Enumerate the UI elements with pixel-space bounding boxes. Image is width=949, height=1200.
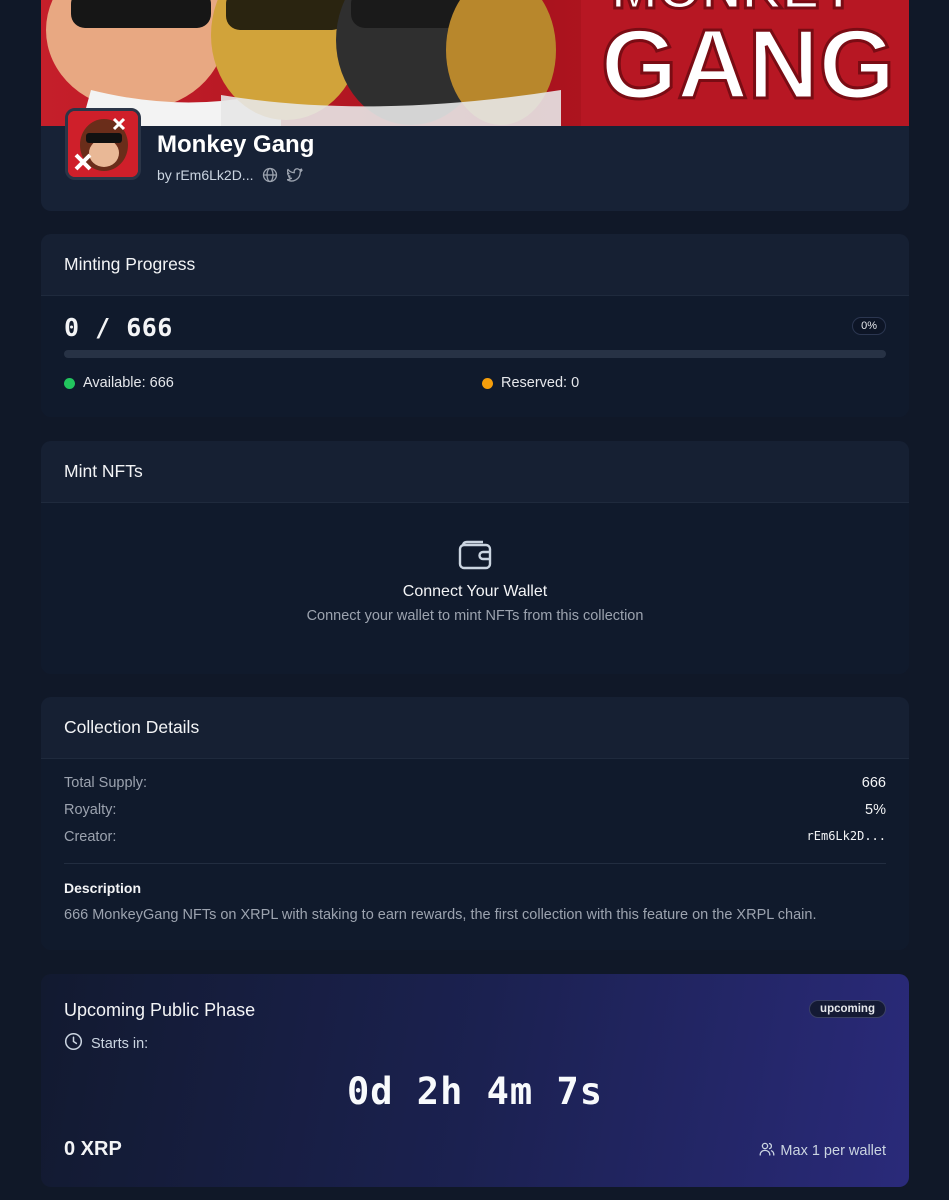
clock-icon bbox=[64, 1032, 91, 1055]
connect-wallet-subtitle: Connect your wallet to mint NFTs from th… bbox=[306, 608, 644, 624]
svg-text:MONKEY: MONKEY bbox=[611, 0, 857, 20]
royalty-row: Royalty: 5% bbox=[64, 802, 886, 818]
available-legend: Available: 666 bbox=[64, 375, 174, 391]
connect-wallet-title: Connect Your Wallet bbox=[402, 583, 548, 600]
minting-progress-heading: Minting Progress bbox=[41, 234, 909, 296]
upcoming-phase-card: Upcoming Public Phase upcoming Starts in… bbox=[41, 974, 909, 1187]
max-per-wallet: Max 1 per wallet bbox=[759, 1141, 886, 1161]
mint-percent-badge: 0% bbox=[852, 317, 886, 335]
reserved-legend: Reserved: 0 bbox=[482, 375, 579, 391]
twitter-icon[interactable] bbox=[287, 167, 304, 183]
available-dot bbox=[64, 377, 75, 389]
starts-in-row: Starts in: bbox=[64, 1032, 148, 1055]
total-supply-value: 666 bbox=[861, 775, 886, 791]
royalty-label: Royalty: bbox=[64, 802, 117, 818]
available-label: Available: 666 bbox=[83, 375, 174, 391]
creator-label: Creator: bbox=[64, 829, 117, 845]
mint-nfts-heading: Mint NFTs bbox=[41, 441, 909, 503]
mint-nfts-card: Mint NFTs Connect Your Wallet Connect yo… bbox=[41, 441, 909, 674]
creator-line: by rEm6Lk2D... bbox=[157, 167, 304, 183]
collection-title: Monkey Gang bbox=[157, 131, 315, 158]
mint-count: 0 / 666 bbox=[64, 313, 173, 342]
starts-in-label: Starts in: bbox=[91, 1035, 149, 1052]
reserved-label: Reserved: 0 bbox=[501, 375, 580, 391]
max-per-wallet-label: Max 1 per wallet bbox=[780, 1143, 886, 1159]
collection-header-card: GANG MONKEY Monkey Gang by rEm6Lk2D... bbox=[41, 0, 909, 211]
creator-value[interactable]: rEm6Lk2D... bbox=[807, 829, 886, 845]
description-title: Description bbox=[64, 880, 142, 896]
collection-details-card: Collection Details Total Supply: 666 Roy… bbox=[41, 697, 909, 950]
reserved-dot bbox=[482, 377, 493, 389]
minting-progress-card: Minting Progress 0 / 666 0% Available: 6… bbox=[41, 234, 909, 417]
details-divider bbox=[64, 863, 886, 864]
globe-icon[interactable] bbox=[262, 167, 278, 183]
collection-details-heading: Collection Details bbox=[41, 697, 909, 759]
creator-row: Creator: rEm6Lk2D... bbox=[64, 829, 886, 845]
svg-text:GANG: GANG bbox=[601, 9, 895, 119]
description-text: 666 MonkeyGang NFTs on XRPL with staking… bbox=[64, 907, 817, 923]
royalty-value: 5% bbox=[865, 802, 886, 818]
wallet-icon bbox=[457, 536, 493, 577]
total-supply-row: Total Supply: 666 bbox=[64, 775, 886, 791]
creator-address[interactable]: by rEm6Lk2D... bbox=[157, 167, 253, 183]
phase-status-badge: upcoming bbox=[809, 1000, 886, 1018]
phase-price: 0 XRP bbox=[64, 1138, 122, 1160]
collection-banner: GANG MONKEY bbox=[41, 0, 909, 126]
phase-title: Upcoming Public Phase bbox=[64, 1000, 256, 1020]
users-icon bbox=[759, 1141, 780, 1161]
collection-avatar bbox=[65, 108, 141, 180]
mint-progress-bar bbox=[64, 350, 886, 358]
countdown-timer: 0d 2h 4m 7s bbox=[346, 1070, 604, 1113]
total-supply-label: Total Supply: bbox=[64, 775, 148, 791]
